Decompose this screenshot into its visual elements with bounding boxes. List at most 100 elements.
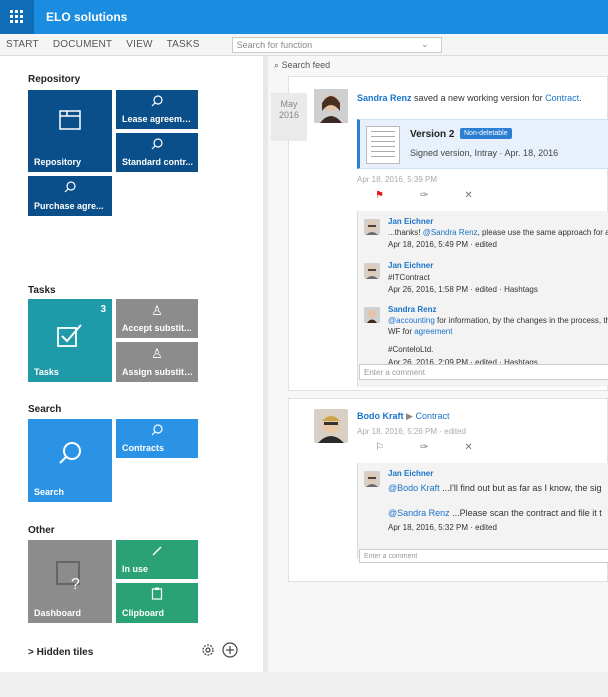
- tile-search-label: Search: [34, 487, 65, 497]
- comment-author[interactable]: Jan Eichner: [388, 469, 433, 478]
- tile-contracts[interactable]: Contracts: [116, 419, 198, 458]
- tile-accept-substitution[interactable]: ♙ Accept substit...: [116, 299, 198, 338]
- close-icon[interactable]: ✕: [464, 190, 472, 201]
- tile-lease-agreement-label: Lease agreement: [122, 114, 194, 124]
- post-action-text: saved a new working version for: [414, 93, 543, 103]
- menu-start[interactable]: START: [0, 39, 53, 50]
- avatar: [364, 307, 380, 323]
- tile-purchase-agreement[interactable]: Purchase agre...: [28, 176, 112, 216]
- tile-search[interactable]: Search: [28, 419, 112, 502]
- comment-text: ...thanks! @Sandra Renz, please use the …: [388, 228, 608, 237]
- pin-icon[interactable]: ✑: [420, 442, 428, 453]
- avatar: [364, 263, 380, 279]
- tile-purchase-agreement-label: Purchase agre...: [34, 201, 104, 211]
- avatar: [364, 471, 380, 487]
- hashtag-link[interactable]: #ITContract: [388, 273, 430, 282]
- tile-repository[interactable]: Repository: [28, 90, 112, 172]
- comment-text: @accounting for information, by the chan…: [388, 316, 608, 325]
- post-timestamp: Apr 18, 2016, 5:39 PM: [357, 175, 438, 184]
- comment-text-line2: WF for agreement: [388, 327, 453, 336]
- search-icon: [64, 181, 76, 193]
- tile-standard-contract-label: Standard contr...: [122, 157, 194, 167]
- comment-text: @Bodo Kraft ...I'll find out but as far …: [388, 483, 602, 493]
- post-target-link[interactable]: Contract: [415, 411, 449, 421]
- substitute-icon: ♙: [151, 346, 163, 361]
- document-thumbnail: [366, 126, 400, 164]
- comment-author[interactable]: Jan Eichner: [388, 217, 433, 226]
- post-actions: ⚑ ✑ ✕: [375, 190, 473, 201]
- tile-assign-substitution-label: Assign substitu...: [122, 367, 194, 377]
- tile-dashboard-label: Dashboard: [34, 608, 82, 618]
- menu-view[interactable]: VIEW: [126, 39, 166, 50]
- tile-lease-agreement[interactable]: Lease agreement: [116, 90, 198, 129]
- app-title: ELO solutions: [46, 10, 128, 24]
- tile-clipboard-label: Clipboard: [122, 608, 164, 618]
- agreement-link[interactable]: agreement: [414, 327, 452, 336]
- avatar: [364, 219, 380, 235]
- tile-assign-substitution[interactable]: ♙ Assign substitu...: [116, 342, 198, 382]
- flag-icon[interactable]: ⚐: [375, 442, 384, 453]
- search-icon: [59, 442, 81, 464]
- avatar: [314, 409, 348, 443]
- post-author-link[interactable]: Sandra Renz: [357, 93, 412, 103]
- post-author-link[interactable]: Bodo Kraft: [357, 411, 404, 421]
- tile-clipboard[interactable]: Clipboard: [116, 583, 198, 623]
- gear-icon[interactable]: [200, 642, 216, 658]
- post-date-month: May: [280, 99, 298, 109]
- window-icon: [59, 110, 81, 130]
- app-grid-button[interactable]: [0, 0, 34, 34]
- feed-post: Bodo Kraft ▶ Contract Apr 18, 2016, 5:26…: [288, 398, 608, 582]
- post-target-link[interactable]: Contract: [545, 93, 579, 103]
- clipboard-icon: [151, 587, 163, 600]
- close-icon[interactable]: ✕: [464, 442, 472, 453]
- search-icon: ⌕: [274, 60, 280, 70]
- comment-meta: Apr 18, 2016, 5:32 PM · edited: [388, 523, 497, 532]
- tile-dashboard[interactable]: ? Dashboard: [28, 540, 112, 623]
- feed-search-input[interactable]: ⌕ Search feed: [274, 60, 330, 71]
- post-actions: ⚐ ✑ ✕: [375, 442, 473, 453]
- pin-icon[interactable]: ✑: [420, 190, 428, 201]
- tile-tasks[interactable]: 3 Tasks: [28, 299, 112, 382]
- function-search-input[interactable]: Search for function ⌄: [231, 36, 442, 53]
- arrow-icon: ▶: [406, 411, 413, 421]
- section-other-heading: Other: [28, 525, 55, 536]
- document-signed-info: Signed version, Intray · Apr. 18, 2016: [410, 148, 559, 158]
- mention-link[interactable]: @Sandra Renz: [423, 228, 478, 237]
- section-tasks-heading: Tasks: [28, 285, 56, 296]
- tile-in-use[interactable]: In use: [116, 540, 198, 579]
- document-preview[interactable]: Version 2 Non-deletable Signed version, …: [357, 119, 608, 169]
- menu-document[interactable]: DOCUMENT: [53, 39, 126, 50]
- comment-author[interactable]: Sandra Renz: [388, 305, 436, 314]
- tile-standard-contract[interactable]: Standard contr...: [116, 133, 198, 172]
- hashtag-link[interactable]: #ConteloLtd.: [388, 345, 433, 354]
- dashboard-icon: ?: [56, 561, 80, 590]
- function-search-placeholder: Search for function: [236, 39, 313, 50]
- comment-input[interactable]: Enter a comment: [359, 549, 608, 563]
- comment-input[interactable]: Enter a comment: [359, 364, 608, 380]
- flag-icon[interactable]: ⚑: [375, 190, 384, 201]
- hidden-tiles-toggle[interactable]: > Hidden tiles: [28, 647, 93, 658]
- app-grid-icon: [10, 10, 23, 23]
- mention-link[interactable]: @accounting: [388, 316, 435, 325]
- substitute-icon: ♙: [151, 303, 163, 318]
- search-icon: [151, 95, 163, 107]
- pencil-icon: [152, 546, 162, 556]
- feed-search-placeholder: Search feed: [281, 60, 331, 70]
- menu-tasks[interactable]: TASKS: [167, 39, 214, 50]
- tile-accept-substitution-label: Accept substit...: [122, 323, 192, 333]
- search-icon: [151, 424, 163, 436]
- mention-link[interactable]: @Sandra Renz: [388, 508, 450, 518]
- tile-repository-label: Repository: [34, 157, 82, 167]
- svg-text:?: ?: [71, 576, 80, 590]
- post-date: May 2016: [271, 93, 307, 141]
- bottom-bar: [0, 672, 608, 697]
- non-deletable-badge: Non-deletable: [460, 128, 512, 139]
- plus-circle-icon[interactable]: [222, 642, 238, 658]
- post-date-year: 2016: [278, 110, 300, 120]
- document-version: Version 2: [410, 129, 455, 140]
- tile-tasks-label: Tasks: [34, 367, 59, 377]
- comment-author[interactable]: Jan Eichner: [388, 261, 433, 270]
- avatar: [314, 89, 348, 123]
- search-icon: [151, 138, 163, 150]
- mention-link[interactable]: @Bodo Kraft: [388, 483, 440, 493]
